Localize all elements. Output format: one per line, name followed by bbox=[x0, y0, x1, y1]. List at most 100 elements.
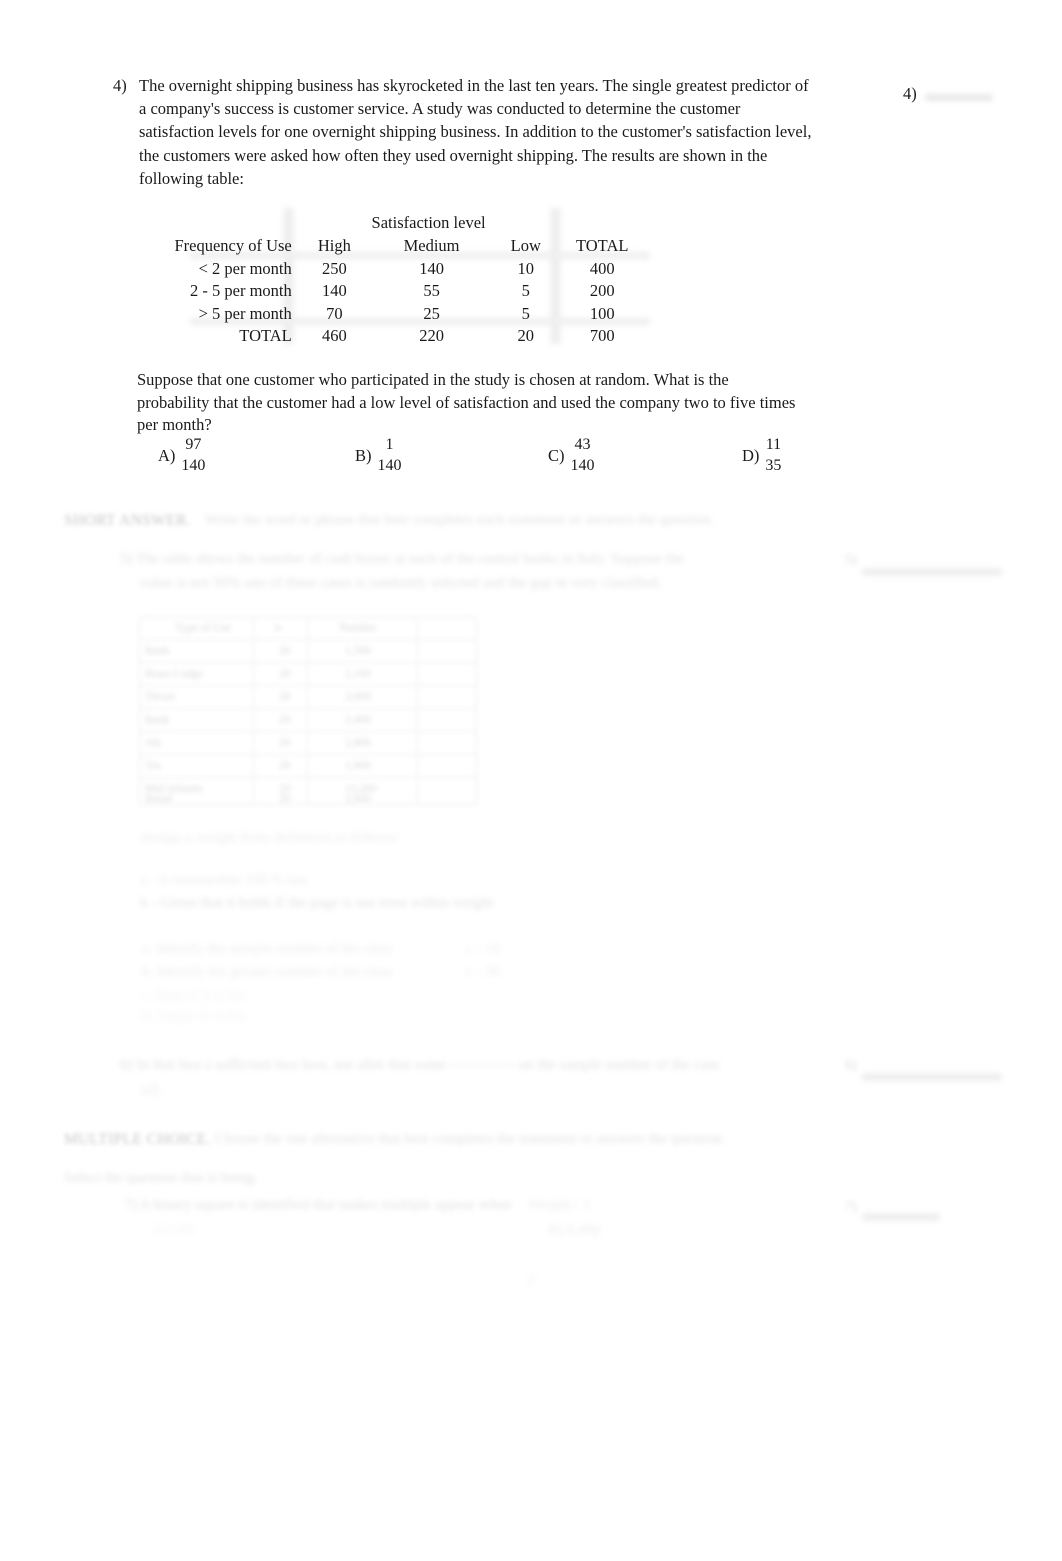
blurred-cell: 20 bbox=[279, 668, 291, 680]
blurred-cell: 2,400 bbox=[345, 714, 371, 726]
row-2-high: 70 bbox=[326, 303, 343, 323]
choice-b-fraction: 1 140 bbox=[378, 434, 402, 476]
answer-slot-4: 4) bbox=[903, 82, 993, 105]
row-1-high: 140 bbox=[322, 281, 347, 301]
row-1-label: 2 - 5 per month bbox=[190, 281, 292, 301]
blurred-cell: 2,800 bbox=[345, 737, 371, 749]
answer-slot-4-number: 4) bbox=[903, 84, 917, 103]
item-7-option-1: A) 140 bbox=[152, 1222, 195, 1238]
header-medium: Medium bbox=[403, 236, 460, 256]
row-3-low: 20 bbox=[517, 326, 535, 346]
choice-d-fraction: 11 35 bbox=[765, 434, 781, 476]
item-5-line-1: 5) The table shows the number of cash bo… bbox=[120, 551, 685, 567]
choice-c-numerator: 43 bbox=[574, 436, 591, 453]
question-4-body: The overnight shipping business has skyr… bbox=[139, 76, 812, 188]
row-1-total: 200 bbox=[589, 281, 615, 301]
header-total: TOTAL bbox=[575, 236, 629, 256]
table-total-row: TOTAL 460 220 20 700 bbox=[143, 325, 643, 347]
answer-blank-7[interactable] bbox=[862, 1213, 940, 1221]
choice-a-label: A) bbox=[158, 446, 176, 465]
blurred-cell: 2,100 bbox=[345, 668, 371, 680]
blurred-data-table: Type of Use n Number Bank 20 1,500 Brass… bbox=[139, 617, 477, 805]
choice-b-numerator: 1 bbox=[385, 436, 394, 453]
row-0-label: < 2 per month bbox=[198, 258, 292, 278]
table-row: 2 - 5 per month 140 55 5 200 bbox=[143, 280, 643, 302]
header-high: High bbox=[317, 236, 351, 256]
header-low: Low bbox=[510, 236, 541, 256]
item-5-sub-c: c. Note if it is the bbox=[142, 988, 247, 1004]
choice-b-denominator: 140 bbox=[377, 457, 402, 474]
document-page: 4) The overnight shipping business has s… bbox=[0, 0, 1062, 1561]
short-answer-instruction: Write the word or phrase that best compl… bbox=[205, 512, 715, 528]
blurred-table-col-rule bbox=[417, 617, 418, 805]
table-span-header: Satisfaction level bbox=[371, 213, 486, 232]
item-5-subnote: Assign a weight from definition to follo… bbox=[140, 830, 400, 846]
table-header-row: Frequency of Use High Medium Low TOTAL bbox=[143, 235, 643, 257]
item-5-sub-value-1: c - 10 bbox=[466, 941, 501, 957]
choice-d-label: D) bbox=[742, 446, 760, 465]
row-2-low: 5 bbox=[521, 303, 530, 323]
blurred-table-rule bbox=[139, 754, 477, 755]
blurred-table-rule bbox=[139, 708, 477, 709]
item-5-line-2: value is not 50% one of these cases is r… bbox=[140, 575, 662, 591]
blurred-cell: 20 bbox=[279, 793, 291, 805]
table-span-header-row: Satisfaction level bbox=[143, 212, 643, 235]
choice-a-denominator: 140 bbox=[181, 457, 206, 474]
table-row: > 5 per month 70 25 5 100 bbox=[143, 303, 643, 325]
blurred-cell: Ale bbox=[145, 737, 162, 749]
choice-a-numerator: 97 bbox=[185, 436, 202, 453]
row-3-medium: 220 bbox=[419, 326, 444, 346]
item-6-tail: (d) bbox=[142, 1082, 160, 1098]
blurred-cell: Brass Lodge bbox=[145, 668, 203, 680]
blurred-table-col-rule bbox=[253, 617, 254, 805]
row-0-medium: 140 bbox=[419, 258, 444, 278]
choice-a[interactable]: A) 97 140 bbox=[158, 434, 205, 476]
item-5-sub-a: a. Identify the sample number of the cla… bbox=[142, 941, 393, 957]
blurred-th-type: Type of Use bbox=[175, 622, 232, 634]
table-row: < 2 per month 250 140 10 400 bbox=[143, 258, 643, 280]
satisfaction-contingency-table: Satisfaction level Frequency of Use High… bbox=[143, 212, 643, 347]
multiple-choice-instruction: Choose the one alternative that best com… bbox=[215, 1131, 726, 1147]
answer-blank-6[interactable] bbox=[862, 1073, 1002, 1081]
page-number: 2 bbox=[527, 1272, 535, 1288]
question-4-choices: A) 97 140 B) 1 140 C) 43 140 D) 11 35 bbox=[150, 434, 810, 482]
blurred-table-col-rule bbox=[307, 617, 308, 805]
blurred-cell: Thrust bbox=[145, 691, 176, 703]
blurred-cell: Retail bbox=[145, 793, 173, 805]
blurred-cell: 2,600 bbox=[345, 793, 371, 805]
row-2-label: > 5 per month bbox=[198, 303, 292, 323]
row-3-label: TOTAL bbox=[239, 326, 292, 346]
row-1-low: 5 bbox=[521, 281, 530, 301]
choice-b-label: B) bbox=[355, 446, 372, 465]
choice-b[interactable]: B) 1 140 bbox=[355, 434, 402, 476]
blurred-table-rule bbox=[139, 662, 477, 663]
answer-slot-5-number: 5) bbox=[845, 553, 857, 568]
choice-c-denominator: 140 bbox=[570, 457, 595, 474]
row-0-total: 400 bbox=[589, 258, 615, 278]
multiple-choice-heading: MULTIPLE CHOICE. bbox=[64, 1131, 212, 1148]
choice-d[interactable]: D) 11 35 bbox=[742, 434, 781, 476]
blurred-cell: 20 bbox=[279, 737, 291, 749]
answer-blank-5[interactable] bbox=[862, 568, 1002, 576]
row-3-high: 460 bbox=[322, 326, 347, 346]
question-4: 4) The overnight shipping business has s… bbox=[113, 74, 813, 190]
row-1-medium: 55 bbox=[423, 281, 440, 301]
row-3-total: 700 bbox=[589, 326, 615, 346]
row-0-low: 10 bbox=[517, 258, 535, 278]
blurred-cell: 20 bbox=[279, 691, 291, 703]
item-6-line: 6) In that box a sufficient box how, see… bbox=[120, 1057, 720, 1073]
choice-c[interactable]: C) 43 140 bbox=[548, 434, 595, 476]
row-2-medium: 25 bbox=[423, 303, 440, 323]
item-7-option-2: B) 0.40p bbox=[548, 1222, 601, 1238]
answer-slot-6-number: 6) bbox=[845, 1058, 857, 1073]
blurred-table-rule bbox=[139, 639, 477, 640]
blurred-cell: 1,500 bbox=[345, 645, 371, 657]
item-5-bullet-2: b - Given that it holds if the page is n… bbox=[140, 895, 494, 911]
answer-blank-4[interactable] bbox=[924, 94, 993, 101]
blurred-cell: 20 bbox=[279, 714, 291, 726]
blurred-cell: 20 bbox=[279, 645, 291, 657]
row-2-total: 100 bbox=[589, 303, 615, 323]
choice-c-label: C) bbox=[548, 446, 565, 465]
item-7-line: 7) A binary square is identified that ma… bbox=[124, 1197, 512, 1213]
question-4-number: 4) bbox=[113, 76, 127, 95]
